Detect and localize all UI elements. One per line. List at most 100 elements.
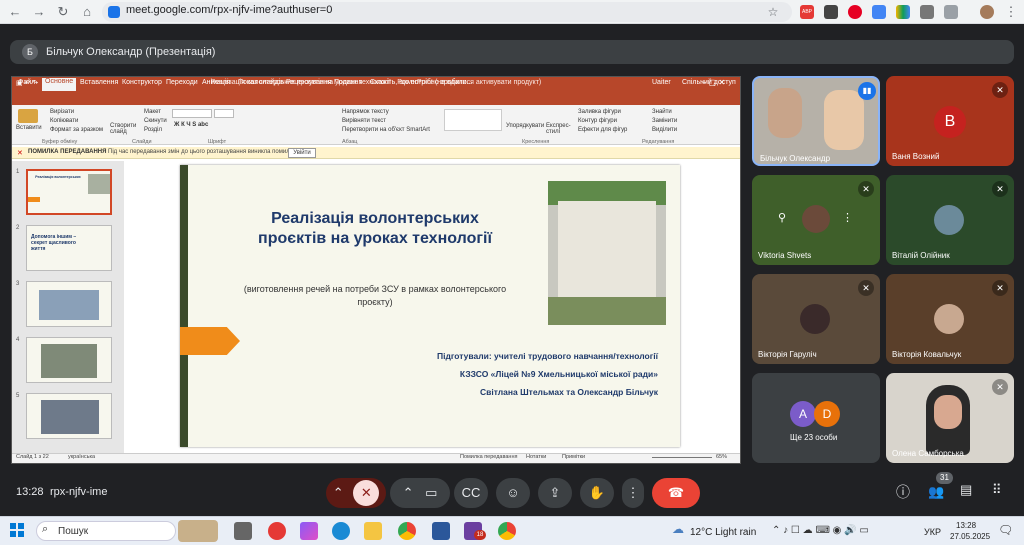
chrome-icon[interactable] [498,522,516,540]
extension-icon[interactable] [824,5,838,19]
copy-button[interactable]: Копіювати [50,118,78,124]
shape-fill-button[interactable]: Заливка фігури [578,109,621,115]
tab-slideshow[interactable]: Показ слайдів [238,79,284,86]
more-vert-icon[interactable]: ⋮ [627,485,640,500]
font-format-icons[interactable]: Ж К Ч S abc [174,122,208,128]
reactions-button[interactable]: ☺ [496,478,530,508]
present-button[interactable]: ⇪ [538,478,572,508]
tell-me-search[interactable]: Скажіть, що потрібно зробити... [370,79,472,86]
upload-error-status[interactable]: Помилка передавання [460,454,517,460]
paste-icon[interactable] [18,109,38,123]
more-options-button[interactable]: ⋮ [622,478,644,508]
camera-icon[interactable]: ▭ [425,485,437,500]
emoji-icon[interactable]: ☺ [506,485,519,500]
keyboard-language[interactable]: УКР [924,527,941,537]
chrome-icon[interactable] [398,522,416,540]
text-direction-button[interactable]: Напрямок тексту [342,109,389,115]
section-button[interactable]: Розділ [144,127,162,133]
share-button[interactable]: Спільний доступ [682,79,736,86]
tab-home[interactable]: Основне [42,78,77,91]
edge-icon[interactable] [332,522,350,540]
info-icon[interactable]: ⓘ [896,482,910,502]
menu-kebab-icon[interactable]: ⋮ [1002,3,1020,21]
zoom-slider[interactable] [652,457,712,458]
layout-button[interactable]: Макет [144,109,161,115]
find-button[interactable]: Знайти [652,109,672,115]
slide-thumb-4[interactable] [26,337,112,383]
camera-toggle-button[interactable]: ⌃ ▭ [390,478,450,508]
chat-icon[interactable]: ▤ [960,482,972,498]
opera-icon[interactable] [268,522,286,540]
reset-button[interactable]: Скинути [144,118,167,124]
new-slide-button[interactable]: Створити слайд [110,123,136,135]
font-size-select[interactable] [214,109,234,118]
smartart-button[interactable]: Перетворити на об'єкт SmartArt [342,127,430,133]
shape-effects-button[interactable]: Ефекти для фігур [578,127,627,133]
shapes-gallery[interactable] [444,109,502,131]
ppt-user[interactable]: Uaiter [652,79,671,86]
activities-icon[interactable]: ⠿ [992,482,1002,498]
participant-tile-5[interactable]: ✕ Вікторія Гаруліч [752,274,880,364]
arrange-button[interactable]: Упорядкувати [506,123,544,129]
leave-call-button[interactable]: ☎ [652,478,700,508]
notifications-icon[interactable]: 🗨 [998,523,1013,537]
extension-icon[interactable] [896,5,910,19]
font-name-select[interactable] [172,109,212,118]
word-icon[interactable] [432,522,450,540]
error-x-icon[interactable]: ✕ [17,149,23,157]
present-screen-icon[interactable]: ⇪ [550,485,561,500]
adblock-extension-icon[interactable]: ABP [800,5,814,19]
participant-tile-3[interactable]: ✕ ⚲ ⋮ Viktoria Shvets [752,175,880,265]
windows-start-icon[interactable] [10,523,24,537]
comments-button[interactable]: Примітки [562,454,585,460]
replace-button[interactable]: Замінити [652,118,677,124]
participant-tile-4[interactable]: ✕ Віталій Олійник [886,175,1014,265]
bookmark-star-icon[interactable]: ☆ [764,3,782,21]
weather-text[interactable]: 12°C Light rain [690,527,756,538]
notes-button[interactable]: Нотатки [526,454,546,460]
more-participants-tile[interactable]: A D Ще 23 особи [752,373,880,463]
more-options-icon[interactable]: ⋮ [842,211,853,224]
slide-thumb-1[interactable]: Реалізація волонтерських [26,169,112,215]
participant-tile-1[interactable]: ▮▮ Більчук Олександр [752,76,880,166]
tab-transitions[interactable]: Переходи [166,79,198,86]
people-icon[interactable]: 👥 [928,484,944,500]
site-info-icon[interactable] [108,6,120,18]
tab-view[interactable]: Подання [334,79,362,86]
chevron-up-icon[interactable]: ⌃ [403,485,414,500]
current-slide[interactable]: Реалізація волонтерських проєктів на уро… [180,165,680,447]
captions-button[interactable]: CC [454,478,488,508]
search-highlight-image[interactable] [178,520,218,542]
participant-tile-8[interactable]: ✕ Олена Самборська [886,373,1014,463]
quick-styles-button[interactable]: Експрес-стилі [546,123,572,135]
slide-thumb-2[interactable]: Допомога іншим – секрет щасливого життя [26,225,112,271]
raise-hand-button[interactable]: ✋ [580,478,614,508]
align-text-button[interactable]: Вирівняти текст [342,118,386,124]
chevron-up-icon[interactable]: ⌃ [333,485,344,500]
shape-outline-button[interactable]: Контур фігури [578,118,617,124]
slide-thumb-3[interactable] [26,281,112,327]
paste-button[interactable]: Вставити [16,125,42,131]
tab-review[interactable]: Рецензування [286,79,332,86]
copilot-icon[interactable] [300,522,318,540]
pinterest-extension-icon[interactable] [848,5,862,19]
extensions-puzzle-icon[interactable] [944,5,958,19]
tab-design[interactable]: Конструктор [122,79,162,86]
back-icon[interactable]: ← [6,3,24,21]
file-explorer-icon[interactable] [364,522,382,540]
qr-extension-icon[interactable] [920,5,934,19]
participant-tile-2[interactable]: ✕ В Ваня Возний [886,76,1014,166]
cut-button[interactable]: Вирізати [50,109,74,115]
signin-button[interactable]: Увійти [288,148,316,158]
tab-file[interactable]: Файл [18,79,35,86]
mic-off-icon[interactable]: ✕ [353,480,380,506]
select-button[interactable]: Виділити [652,127,677,133]
translate-extension-icon[interactable] [872,5,886,19]
taskbar-search[interactable] [36,521,176,541]
profile-avatar[interactable] [980,5,994,19]
captions-icon[interactable]: CC [462,485,481,500]
home-icon[interactable]: ⌂ [78,3,96,21]
hang-up-icon[interactable]: ☎ [668,485,684,500]
pin-icon[interactable]: ⚲ [778,211,786,224]
mic-toggle-button[interactable]: ⌃ ✕ [326,478,386,508]
